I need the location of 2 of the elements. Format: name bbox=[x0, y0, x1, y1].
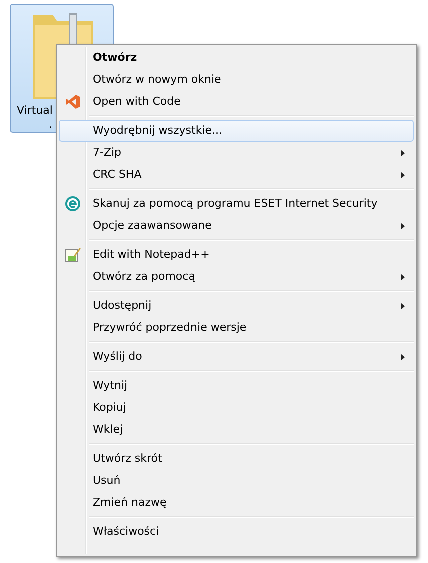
file-name: . bbox=[49, 117, 52, 133]
file-name: Virtual bbox=[17, 103, 53, 119]
